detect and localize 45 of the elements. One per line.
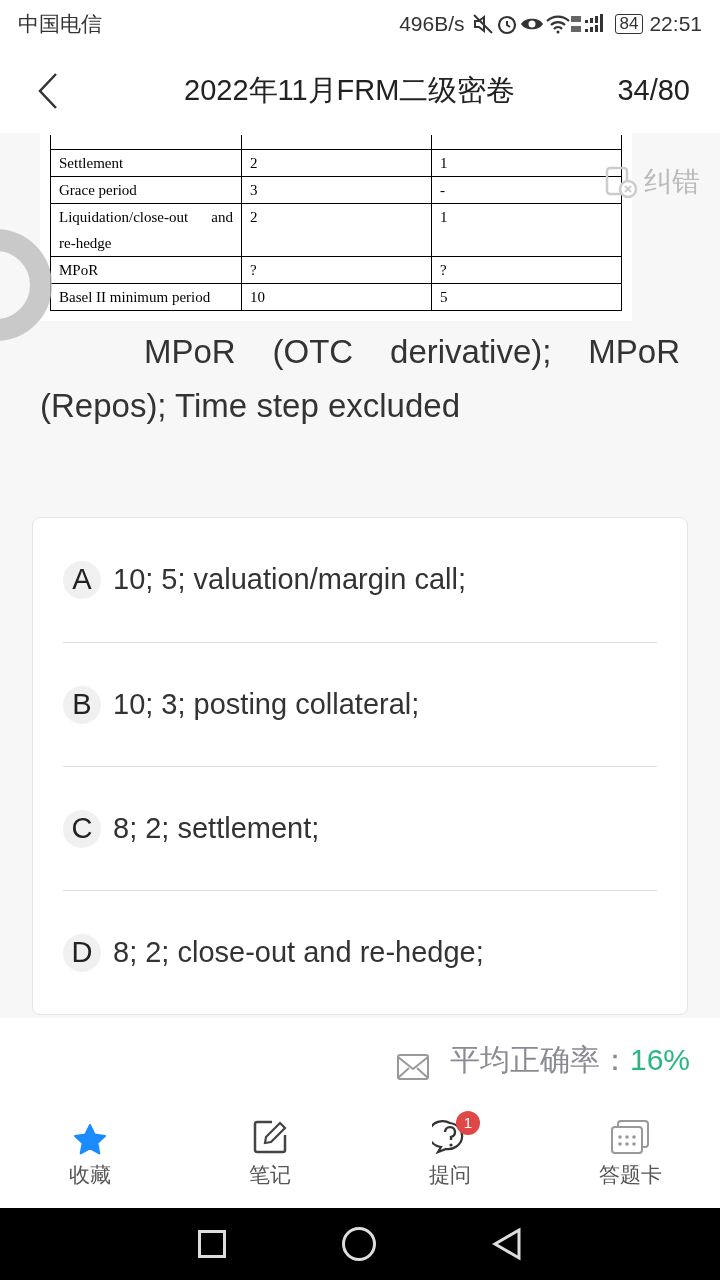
table-cell-text: Liquidation/close-out and re-hedge <box>58 208 234 253</box>
battery-indicator: 84 <box>614 14 644 34</box>
mute-icon <box>470 12 495 36</box>
question-counter: 34/80 <box>617 72 690 108</box>
table-cell: 10 <box>241 284 431 310</box>
table-cell-text: Basel II minimum period <box>58 288 212 307</box>
average-accuracy: 平均正确率：16% <box>449 1041 690 1078</box>
option-row[interactable]: B 10; 3; posting collateral; <box>63 642 657 766</box>
option-row[interactable]: A 10; 5; valuation/margin call; <box>63 518 657 642</box>
tab-button[interactable]: 收藏 <box>0 1100 180 1208</box>
option-letter: B <box>63 685 101 724</box>
report-icon[interactable] <box>604 165 638 199</box>
table-cell-text: MPoR <box>58 261 100 280</box>
tab-button[interactable]: 答题卡 <box>540 1100 720 1208</box>
table-cell: 2 <box>241 204 431 256</box>
back-button[interactable] <box>492 1227 522 1261</box>
table-cell-text: Settlement <box>58 154 125 173</box>
option-letter: D <box>63 933 101 972</box>
network-speed: 496B/s <box>399 11 465 38</box>
table-cell-text: Grace period <box>58 181 138 200</box>
option-letter: A <box>63 561 101 599</box>
recent-apps-button[interactable] <box>198 1230 226 1258</box>
table-cell: ? <box>431 257 621 283</box>
table-cell: 3 <box>241 177 431 203</box>
question-text: MPoR (OTC derivative); MPoR (Repos); Time step excluded <box>40 332 680 426</box>
option-row[interactable]: D 8; 2; close-out and re-hedge; <box>63 890 657 1014</box>
table-cell: ? <box>241 257 431 283</box>
option-row[interactable]: C 8; 2; settlement; <box>63 766 657 890</box>
option-text: 8; 2; settlement; <box>113 810 320 846</box>
page-title: 2022年11月FRM二级密卷 <box>184 72 516 108</box>
table-cell: 5 <box>431 284 621 310</box>
option-text: 10; 5; valuation/margin call; <box>113 562 467 598</box>
home-button[interactable] <box>342 1227 376 1261</box>
table-cell: 2 <box>241 150 431 176</box>
option-text: 8; 2; close-out and re-hedge; <box>113 934 484 970</box>
option-letter: C <box>63 809 101 848</box>
clock: 22:51 <box>649 11 702 38</box>
tab-button[interactable]: 笔记 <box>180 1100 360 1208</box>
carrier-name: 中国电信 <box>18 11 102 38</box>
option-text: 10; 3; posting collateral; <box>113 686 420 722</box>
table-cell: 1 <box>431 150 621 176</box>
notification-badge: 1 <box>456 1111 480 1136</box>
table-cell: 1 <box>431 204 621 256</box>
tab-button[interactable]: 1 提问 <box>360 1100 540 1208</box>
envelope-icon <box>395 1053 430 1081</box>
